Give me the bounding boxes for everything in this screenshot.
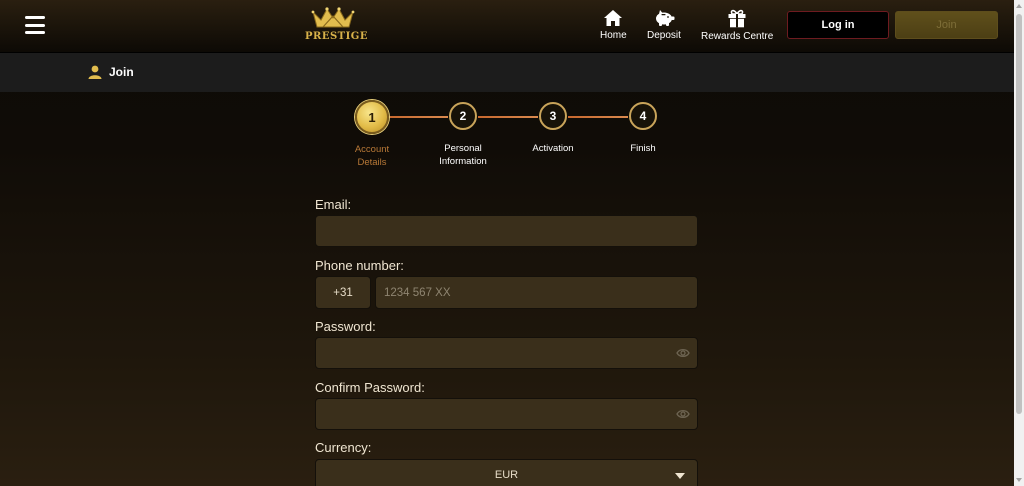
step-connector-3-4 — [568, 116, 628, 118]
prestige-logo[interactable]: PRESTIGE — [305, 6, 368, 46]
password-field[interactable] — [315, 337, 698, 369]
show-confirm-password-eye-icon[interactable] — [676, 408, 690, 420]
nav-home[interactable]: Home — [600, 9, 627, 41]
step-3-circle: 3 — [539, 102, 567, 130]
step-1-label-line1: Account — [354, 144, 390, 155]
piggy-bank-icon — [655, 10, 675, 26]
join-button[interactable]: Join — [895, 11, 998, 39]
step-4-label-line1: Finish — [630, 143, 656, 154]
step-1-label-line2: Details — [357, 157, 387, 168]
step-4-circle: 4 — [629, 102, 657, 130]
nav-rewards-centre-label: Rewards Centre — [701, 31, 774, 42]
phone-number-field[interactable]: 1234 567 XX — [375, 276, 698, 309]
phone-number-label: Phone number: — [315, 258, 404, 273]
page-title: Join — [109, 65, 134, 79]
currency-label: Currency: — [315, 440, 372, 455]
scroll-down-arrow-icon[interactable] — [1016, 478, 1022, 482]
scroll-up-arrow-icon[interactable] — [1016, 4, 1022, 8]
crown-icon — [311, 7, 355, 28]
hamburger-menu-icon[interactable] — [25, 16, 45, 34]
step-2-circle: 2 — [449, 102, 477, 130]
nav-deposit[interactable]: Deposit — [647, 9, 681, 41]
show-password-eye-icon[interactable] — [676, 347, 690, 359]
confirm-password-label: Confirm Password: — [315, 380, 425, 395]
gift-icon — [728, 9, 746, 28]
step-4-label: Finish — [603, 142, 683, 155]
email-field[interactable] — [315, 215, 698, 247]
step-2-label: Personal Information — [423, 142, 503, 168]
password-label: Password: — [315, 319, 376, 334]
step-1-circle: 1 — [355, 100, 389, 134]
step-2-label-line1: Personal — [444, 143, 482, 154]
page-header-bar: Join — [0, 53, 1014, 92]
step-1-label: Account Details — [332, 143, 412, 169]
step-connector-2-3 — [478, 116, 538, 118]
email-label: Email: — [315, 197, 352, 212]
caret-down-icon — [675, 473, 685, 479]
currency-selected-value: EUR — [494, 469, 519, 481]
currency-select[interactable]: EUR — [315, 459, 698, 486]
brand-name: PRESTIGE — [305, 31, 368, 42]
step-3-label: Activation — [513, 142, 593, 155]
phone-country-code-select[interactable]: +31 — [315, 276, 371, 309]
confirm-password-field[interactable] — [315, 398, 698, 430]
nav-home-label: Home — [600, 30, 627, 41]
vertical-scrollbar[interactable] — [1014, 0, 1024, 486]
nav-rewards-centre[interactable]: Rewards Centre — [701, 9, 773, 42]
login-button[interactable]: Log in — [787, 11, 889, 39]
home-icon — [604, 10, 623, 26]
top-navigation-bar: PRESTIGE Home Deposit Rewards Centre Log — [0, 0, 1014, 53]
step-connector-1-2 — [388, 116, 448, 118]
scrollbar-thumb[interactable] — [1016, 14, 1022, 414]
step-3-label-line1: Activation — [532, 143, 574, 154]
user-icon — [88, 65, 102, 79]
step-2-label-line2: Information — [439, 156, 487, 167]
nav-deposit-label: Deposit — [647, 30, 681, 41]
